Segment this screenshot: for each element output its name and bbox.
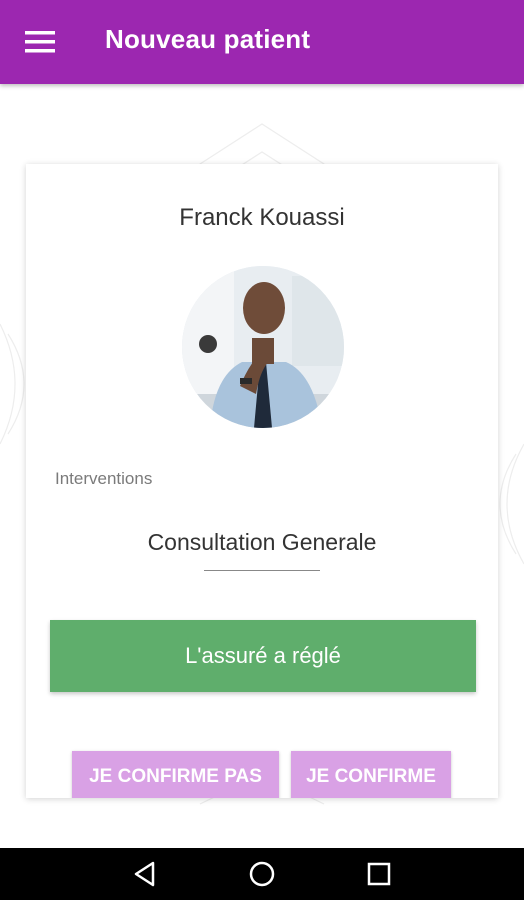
app-bar: Nouveau patient (0, 0, 524, 84)
interventions-underline (204, 570, 320, 571)
home-button[interactable] (248, 860, 276, 888)
home-circle-icon (249, 861, 275, 887)
insured-paid-button[interactable]: L'assuré a réglé (50, 620, 476, 692)
patient-card: Franck Kouassi Interventions Consultatio… (26, 164, 498, 798)
recent-apps-button[interactable] (365, 860, 393, 888)
menu-button[interactable] (14, 22, 66, 62)
hamburger-menu-icon (25, 31, 55, 53)
decline-button[interactable]: JE CONFIRME PAS (72, 751, 279, 798)
patient-name: Franck Kouassi (179, 204, 345, 231)
patient-photo (182, 266, 344, 428)
confirm-button[interactable]: JE CONFIRME (291, 751, 451, 798)
back-button[interactable] (131, 860, 159, 888)
system-navigation-bar (0, 848, 524, 900)
interventions-dropdown[interactable]: Consultation Generale (26, 529, 498, 556)
recent-apps-square-icon (367, 862, 391, 886)
interventions-label: Interventions (55, 469, 153, 488)
patient-avatar (182, 266, 344, 428)
page-title: Nouveau patient (105, 24, 311, 54)
back-triangle-icon (134, 861, 155, 887)
